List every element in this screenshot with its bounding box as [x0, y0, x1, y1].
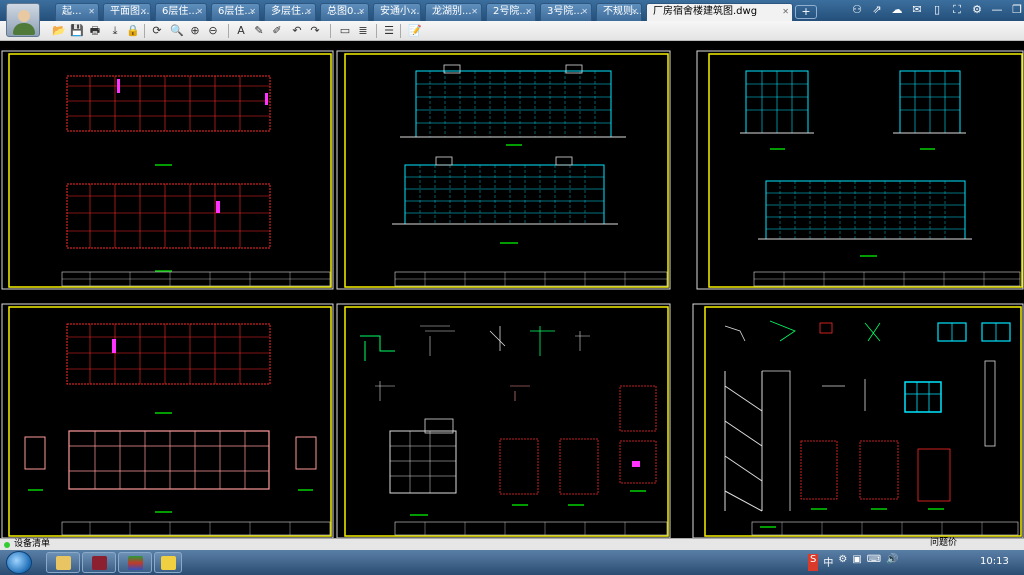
tab-label: 6层住... — [162, 6, 198, 17]
start-button[interactable] — [6, 551, 32, 574]
close-tab-icon[interactable]: ✕ — [525, 4, 532, 20]
close-tab-icon[interactable]: ✕ — [88, 4, 95, 20]
tab-7[interactable]: 安通小... ✕ — [373, 3, 421, 21]
pencil-icon[interactable]: ✎ — [252, 24, 266, 38]
toolbar-separator — [144, 24, 145, 38]
measure-icon[interactable]: ▭ — [338, 24, 352, 38]
os-taskbar: S 中 ⚙ ▣ ⌨ 🔊 10:13 — [0, 550, 1024, 575]
tab-11[interactable]: 不规则... ✕ — [596, 3, 642, 21]
share-icon[interactable]: ⇗ — [870, 3, 884, 18]
close-tab-icon[interactable]: ✕ — [249, 4, 256, 20]
close-tab-icon[interactable]: ✕ — [196, 4, 203, 20]
user-icon[interactable]: ⚇ — [850, 3, 864, 18]
close-tab-icon[interactable]: ✕ — [471, 4, 478, 20]
drawing-sheets — [1, 50, 1024, 538]
tray-icon-3[interactable]: ⚙ — [838, 554, 847, 571]
tab-label: 厂房宿舍楼建筑图.dwg — [653, 6, 758, 17]
sheet-elevations-2 — [696, 50, 1024, 290]
toolbar-separator — [400, 24, 401, 38]
close-tab-icon[interactable]: ✕ — [305, 4, 312, 20]
taskbar-app-archive[interactable] — [118, 552, 152, 573]
drawing-canvas[interactable] — [0, 41, 1024, 538]
phone-icon[interactable]: ▯ — [930, 3, 944, 18]
export-icon[interactable]: ⤓ — [108, 24, 122, 38]
sheet-elevations-1 — [336, 50, 671, 290]
layer-icon[interactable]: ≣ — [356, 24, 370, 38]
sheet-floor-plans-1 — [1, 50, 334, 290]
zoom-window-icon[interactable]: 🔍 — [170, 24, 184, 38]
cloud-icon[interactable]: ☁ — [890, 3, 904, 18]
tab-label: 3号院... — [547, 6, 583, 17]
clock[interactable]: 10:13 — [980, 552, 1009, 572]
zoom-in-icon[interactable]: ⊕ — [188, 24, 202, 38]
tab-1[interactable]: 起... ✕ — [55, 3, 99, 21]
open-icon[interactable]: 📂 — [52, 24, 66, 38]
undo-icon[interactable]: ↶ — [290, 24, 304, 38]
avatar-body — [13, 23, 35, 35]
tab-4[interactable]: 6层住... ✕ — [211, 3, 260, 21]
mail-icon[interactable]: ✉ — [910, 3, 924, 18]
close-tab-icon[interactable]: ✕ — [410, 4, 417, 20]
tray-icon-6[interactable]: 🔊 — [886, 554, 898, 571]
tray-icon-5[interactable]: ⌨ — [867, 554, 881, 571]
system-tray: S 中 ⚙ ▣ ⌨ 🔊 — [808, 554, 899, 571]
toolbar-separator — [330, 24, 331, 38]
tab-label: 龙湖别... — [432, 6, 472, 17]
restore-icon[interactable]: ❐ — [1010, 3, 1024, 18]
tab-2[interactable]: 平面图... ✕ — [103, 3, 151, 21]
tab-6[interactable]: 总图0... ✕ — [320, 3, 369, 21]
taskbar-app-cad[interactable] — [154, 552, 182, 573]
status-bar: 设备清单 — [0, 538, 1024, 550]
taskbar-app-explorer[interactable] — [46, 552, 80, 573]
tab-5[interactable]: 多层住... ✕ — [264, 3, 316, 21]
tab-8[interactable]: 龙湖别... ✕ — [425, 3, 482, 21]
tab-3[interactable]: 6层住... ✕ — [155, 3, 207, 21]
fullscreen-icon[interactable]: ⛶ — [950, 3, 964, 18]
status-indicator-icon — [4, 542, 10, 548]
close-tab-icon[interactable]: ✕ — [140, 4, 147, 20]
sheet-details-1 — [336, 303, 671, 538]
close-tab-icon[interactable]: ✕ — [358, 4, 365, 20]
save-icon[interactable]: 💾 — [70, 24, 84, 38]
sheet-floor-plans-2 — [1, 303, 334, 538]
sheet-details-2 — [692, 303, 1024, 538]
tray-icon-1[interactable]: S — [808, 554, 819, 571]
tray-icon-4[interactable]: ▣ — [852, 554, 861, 571]
new-tab-button[interactable]: + — [795, 5, 817, 19]
tray-icon-2[interactable]: 中 — [823, 554, 833, 571]
notes-icon[interactable]: 📝 — [408, 24, 422, 38]
tab-label: 起... — [62, 6, 82, 17]
tab-10[interactable]: 3号院... ✕ — [540, 3, 592, 21]
tab-label: 2号院... — [493, 6, 529, 17]
close-tab-icon[interactable]: ✕ — [631, 4, 638, 20]
settings-icon[interactable]: ⚙ — [970, 3, 984, 18]
window-controls: ⚇⇗☁✉▯⛶⚙—❐✕ — [850, 3, 1024, 18]
print-icon[interactable]: 🖶 — [88, 24, 102, 38]
help-button[interactable]: 问题价 — [930, 538, 957, 549]
toolbar-separator — [376, 24, 377, 38]
toolbar-separator — [228, 24, 229, 38]
highlight-icon[interactable]: ✐ — [270, 24, 284, 38]
title-tab-bar: 起... ✕ 平面图... ✕ 6层住... ✕ 6层住... ✕ 多层住... ✕ 总图0... ✕… — [0, 0, 1024, 37]
close-tab-icon[interactable]: ✕ — [782, 4, 789, 20]
text-icon[interactable]: A — [234, 24, 248, 38]
close-tab-icon[interactable]: ✕ — [581, 4, 588, 20]
zoom-out-icon[interactable]: ⊖ — [206, 24, 220, 38]
rotate-icon[interactable]: ⟳ — [150, 24, 164, 38]
status-text[interactable]: 设备清单 — [14, 539, 50, 550]
tab-9[interactable]: 2号院... ✕ — [486, 3, 536, 21]
redo-icon[interactable]: ↷ — [308, 24, 322, 38]
minimize-icon[interactable]: — — [990, 3, 1004, 18]
lock-icon[interactable]: 🔒 — [126, 24, 140, 38]
toolbar: 📂 💾 🖶 ⤓ 🔒 ⟳ 🔍 ⊕ ⊖ A ✎ ✐ ↶ ↷ ▭ ≣ ☰ 📝 — [0, 21, 1024, 41]
taskbar-app-media[interactable] — [82, 552, 116, 573]
avatar-head — [18, 10, 30, 22]
tab-12[interactable]: 厂房宿舍楼建筑图.dwg ✕ — [646, 3, 793, 21]
user-avatar[interactable] — [6, 3, 40, 37]
layers-icon[interactable]: ☰ — [382, 24, 396, 38]
